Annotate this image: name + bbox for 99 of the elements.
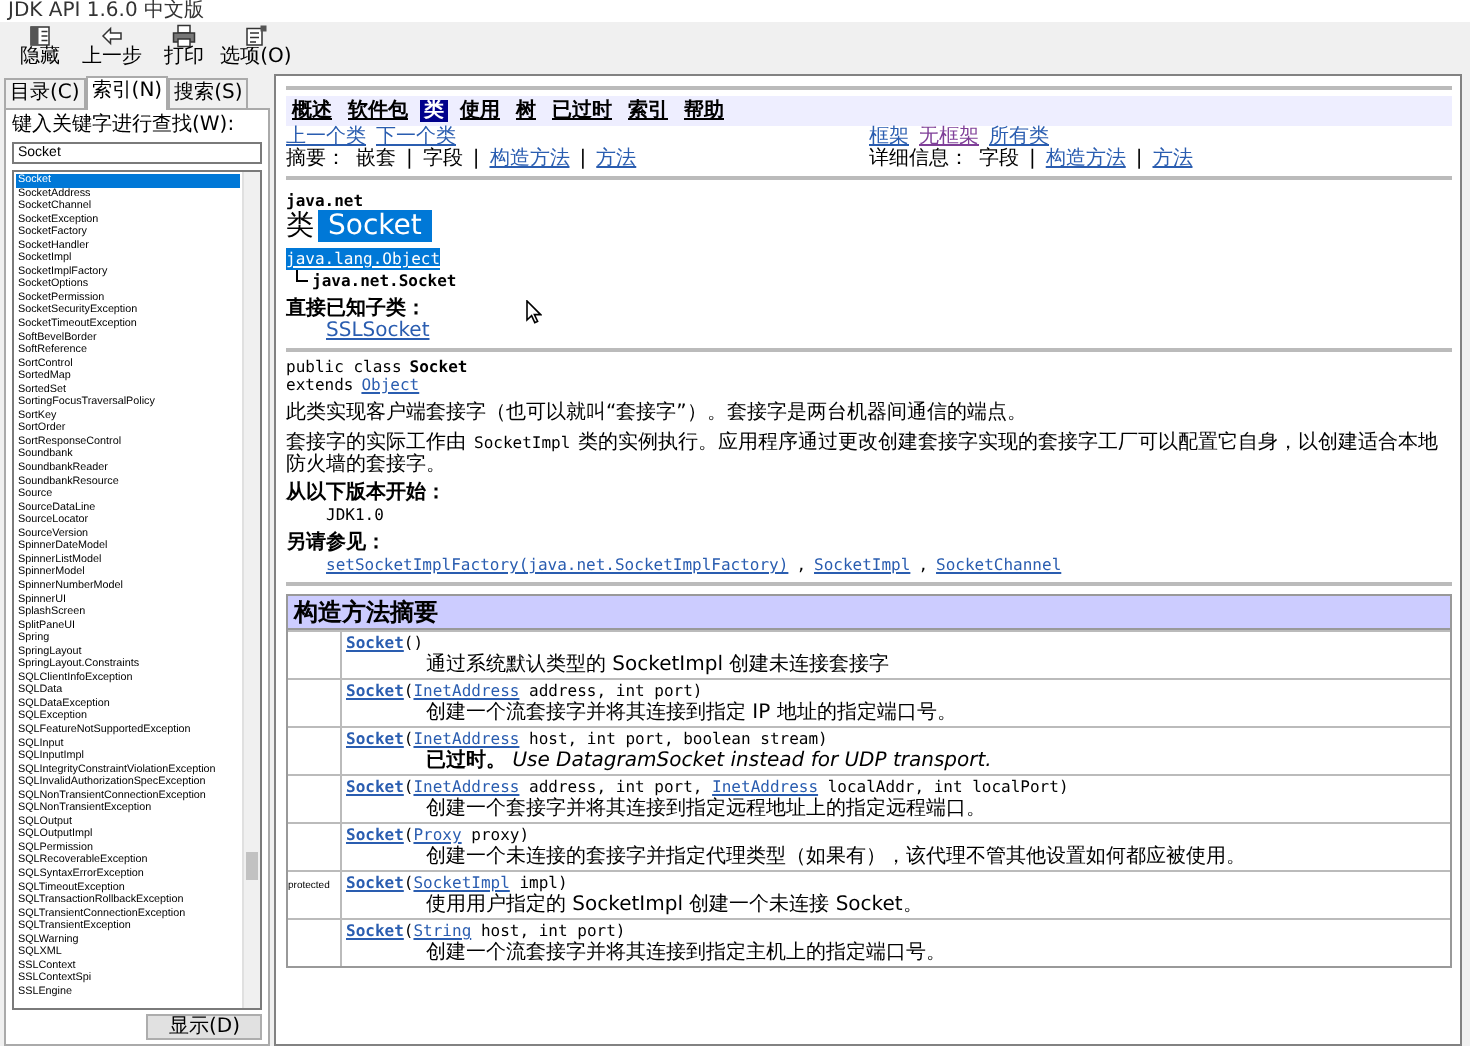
link[interactable]: 构造方法 <box>489 148 570 170</box>
section-heading: 直接已知子类： <box>286 298 426 320</box>
label-text: localAddr, int localPort) <box>825 778 1069 796</box>
description-text: 创建一个流套接字并将其连接到指定 IP 地址的指定端口号。 <box>424 702 959 724</box>
paragraph-text: 套接字的实际工作由 SocketImpl 类的实例执行。应用程序通过更改创建套接字实现的套接字工厂可以配置它自身，以创建适合本地防火墙的套接字。 <box>286 432 1441 476</box>
separator-text: | <box>406 148 413 170</box>
heading-text: 类 <box>286 210 314 242</box>
paragraph-text: 此类实现客户端套接字（也可以就叫“套接字”）。套接字是两台机器间通信的端点。 <box>286 402 1029 424</box>
toolbar-button[interactable]: 打印 <box>148 24 220 72</box>
link[interactable]: InetAddress <box>413 682 520 700</box>
nav-link[interactable]: 帮助 <box>680 100 728 122</box>
description-text: 创建一个未连接的套接字并指定代理类型（如果有），该代理不管其他设置如何都应被使用。 <box>424 846 1248 868</box>
label-text: , <box>918 554 929 576</box>
separator-text: | <box>1029 148 1036 170</box>
scrollbar[interactable] <box>242 172 260 1008</box>
class-path-text: java.net.Socket <box>312 270 457 292</box>
link[interactable]: 构造方法 <box>1045 148 1126 170</box>
link[interactable]: 方法 <box>1152 148 1193 170</box>
tab[interactable]: 搜索(S) <box>168 78 249 108</box>
nav-link[interactable]: 已过时 <box>548 100 616 122</box>
toolbar-button[interactable]: 隐藏 <box>4 24 76 72</box>
label-text: , <box>796 554 807 576</box>
constructor-link[interactable]: Socket <box>346 826 404 844</box>
label-text: 字段 <box>979 148 1019 170</box>
superclass-link[interactable]: java.lang.Object <box>286 248 441 270</box>
description-text: 已过时。 Use DatagramSocket instead for UDP transport. <box>424 750 994 772</box>
tab[interactable]: 目录(C) <box>4 78 86 108</box>
nav-link[interactable]: 树 <box>512 100 540 122</box>
mouse-cursor-icon <box>526 300 542 324</box>
section-heading: 从以下版本开始： <box>286 482 446 504</box>
description-text: 创建一个套接字并将其连接到指定远程地址上的指定远程端口。 <box>424 798 988 820</box>
class-name-text: Socket <box>409 358 468 376</box>
separator-text: | <box>579 148 587 170</box>
link[interactable]: String <box>413 922 472 940</box>
subclass-link[interactable]: SSLSocket <box>326 320 430 342</box>
label-text: host, int port) <box>478 922 626 940</box>
link[interactable]: Proxy <box>413 826 462 844</box>
label-text: ( <box>403 826 414 844</box>
link[interactable]: 框架 <box>869 126 909 148</box>
link[interactable]: 所有类 <box>989 126 1049 148</box>
label-text: 嵌套 <box>356 148 396 170</box>
constructor-link[interactable]: Socket <box>346 922 404 940</box>
code-text: extends <box>286 376 354 394</box>
code-text: public class <box>286 358 402 376</box>
label-text: ( <box>403 874 414 892</box>
link[interactable]: 方法 <box>596 148 637 170</box>
separator-text: | <box>1135 148 1143 170</box>
document-icon <box>244 24 268 48</box>
constructor-link[interactable]: Socket <box>346 874 404 892</box>
description-text: 创建一个流套接字并将其连接到指定主机上的指定端口号。 <box>424 942 948 964</box>
constructor-link[interactable]: Socket <box>346 634 404 652</box>
label-text: ( <box>403 922 414 940</box>
label-text: address, int port) <box>527 682 703 700</box>
link[interactable]: SocketImpl <box>413 874 510 892</box>
description-text: 使用用户指定的 SocketImpl 创建一个未连接 Socket。 <box>424 894 925 916</box>
link[interactable]: 下一个类 <box>376 126 456 148</box>
label-text: 详细信息： <box>869 148 969 170</box>
label-text: address, int port, <box>527 778 705 796</box>
label-text: ( <box>403 682 414 700</box>
link[interactable]: InetAddress <box>413 778 520 796</box>
link[interactable]: SocketImpl <box>814 554 911 576</box>
label-text: 字段 <box>422 148 463 170</box>
label-text: proxy) <box>469 826 530 844</box>
panel-icon <box>28 24 52 48</box>
label-text: () <box>403 634 424 652</box>
nav-link[interactable]: 索引 <box>624 100 672 122</box>
link[interactable]: Object <box>361 376 420 394</box>
constructor-link[interactable]: Socket <box>346 730 404 748</box>
label-text: ( <box>403 730 414 748</box>
label-text: ( <box>403 778 414 796</box>
back-arrow-icon <box>100 24 124 48</box>
link[interactable]: 无框架 <box>919 126 979 148</box>
search-label: 键入关键字进行查找(W): <box>12 114 237 138</box>
nav-link[interactable]: 使用 <box>456 100 504 122</box>
link[interactable]: setSocketImplFactory(java.net.SocketImplFactory) <box>326 554 789 576</box>
nav-link[interactable]: 类 <box>420 100 448 122</box>
nav-link[interactable]: 软件包 <box>344 100 412 122</box>
section-heading: 另请参见： <box>286 532 386 554</box>
link[interactable]: 上一个类 <box>286 126 366 148</box>
nav-link[interactable]: 概述 <box>288 100 336 122</box>
package-name: java.net <box>286 192 366 210</box>
display-button[interactable]: 显示(D) <box>146 1014 262 1040</box>
constructor-link[interactable]: Socket <box>346 778 404 796</box>
tab[interactable]: 索引(N) <box>85 76 169 110</box>
toolbar-button[interactable]: 选项(O) <box>220 24 292 72</box>
label-text: impl) <box>517 874 568 892</box>
toolbar-button[interactable]: 上一步 <box>76 24 148 72</box>
link[interactable]: InetAddress <box>712 778 819 796</box>
table-header: 构造方法摘要 <box>288 596 1450 630</box>
constructor-link[interactable]: Socket <box>346 682 404 700</box>
link[interactable]: InetAddress <box>413 730 520 748</box>
label-text: 摘要： <box>286 148 346 170</box>
class-name-highlight: Socket <box>318 210 432 242</box>
description-text: 通过系统默认类型的 SocketImpl 创建未连接套接字 <box>424 654 892 676</box>
version-text: JDK1.0 <box>324 504 384 526</box>
label-text: host, int port, boolean stream) <box>527 730 828 748</box>
tree-connector <box>296 270 308 282</box>
separator-text: | <box>472 148 480 170</box>
link[interactable]: SocketChannel <box>936 554 1062 576</box>
